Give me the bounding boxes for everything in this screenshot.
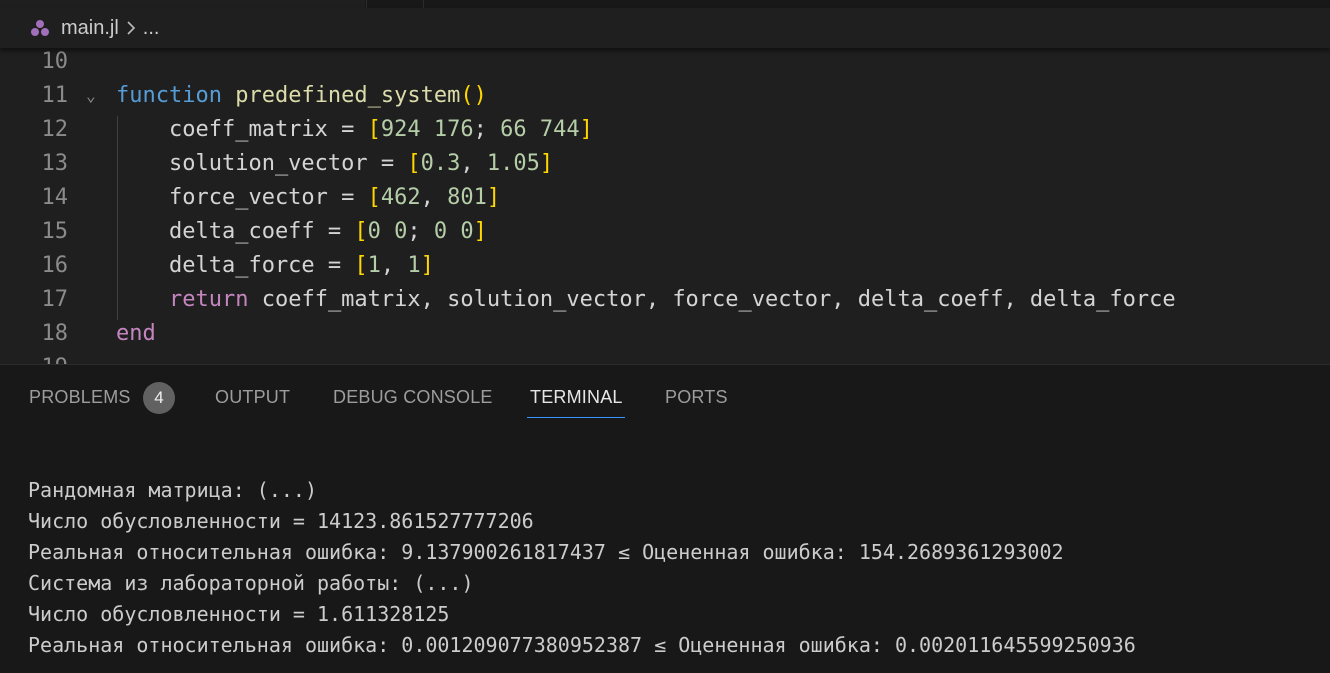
code-text: solution_vector = [0.3, 1.05] <box>116 147 553 181</box>
code-line[interactable]: 18 end <box>0 317 1330 351</box>
line-number: 11 <box>41 83 69 108</box>
active-tab-underline <box>527 417 625 418</box>
line-number: 13 <box>41 151 69 176</box>
editor-tab[interactable] <box>366 0 424 8</box>
code-token: ] <box>579 117 593 142</box>
terminal-line: Система из лабораторной работы: (...) <box>28 571 474 595</box>
code-token: end <box>116 321 156 346</box>
code-token: [ <box>407 151 421 176</box>
code-text: function predefined_system() <box>116 79 487 113</box>
code-token: coeff_matrix = <box>116 117 368 142</box>
panel-tabs: PROBLEMS 4 OUTPUT DEBUG CONSOLE TERMINAL… <box>0 365 1330 425</box>
line-number: 10 <box>41 49 69 74</box>
code-token: coeff_matrix, solution_vector, force_vec… <box>248 287 1176 312</box>
code-token: ] <box>539 151 554 176</box>
code-token: 1 <box>407 253 421 278</box>
breadcrumb-symbols[interactable]: ... <box>143 17 160 40</box>
line-number: 16 <box>41 253 69 278</box>
code-token: ] <box>486 185 501 210</box>
code-line[interactable]: 19 <box>0 351 1330 364</box>
code-token: , <box>380 253 408 278</box>
code-token: delta_coeff = <box>116 219 355 244</box>
tab-terminal[interactable]: TERMINAL <box>530 387 623 408</box>
code-text: force_vector = [462, 801] <box>116 181 500 215</box>
line-number: 14 <box>41 185 69 210</box>
code-token: , <box>460 151 487 176</box>
code-token: [ <box>354 219 368 244</box>
code-token: [ <box>354 253 368 278</box>
terminal-line: Реальная относительная ошибка: 9.1379002… <box>28 540 1064 564</box>
terminal-line: Число обусловленности = 14123.8615277772… <box>28 509 534 533</box>
code-text: delta_coeff = [0 0; 0 0] <box>116 215 487 249</box>
code-token: 1 <box>367 253 381 278</box>
terminal-line: Реальная относительная ошибка: 0.0012090… <box>28 633 1136 657</box>
code-token: 924 176 <box>380 117 474 142</box>
code-line[interactable]: 13 solution_vector = [0.3, 1.05] <box>0 147 1330 181</box>
code-text: end <box>116 317 156 351</box>
code-token: function <box>116 83 222 108</box>
terminal-line: Число обусловленности = 1.611328125 <box>28 602 450 626</box>
chevron-right-icon <box>125 20 137 36</box>
terminal-output[interactable]: Рандомная матрица: (...) Число обусловле… <box>28 475 1318 661</box>
problems-count-badge: 4 <box>143 382 175 414</box>
code-token: ; <box>407 219 434 244</box>
code-token: , <box>420 185 448 210</box>
code-token: 1.05 <box>486 151 540 176</box>
code-token: predefined_system <box>235 83 461 108</box>
line-number: 17 <box>41 287 69 312</box>
code-text: return coeff_matrix, solution_vector, fo… <box>116 283 1176 317</box>
editor-tab[interactable] <box>0 0 365 8</box>
chevron-down-icon[interactable]: ⌄ <box>86 79 104 113</box>
tab-debug-console[interactable]: DEBUG CONSOLE <box>333 387 493 408</box>
code-line[interactable]: 17 return coeff_matrix, solution_vector,… <box>0 283 1330 317</box>
code-token: 0.3 <box>420 151 461 176</box>
code-text: coeff_matrix = [924 176; 66 744] <box>116 113 593 147</box>
code-line[interactable]: 15 delta_coeff = [0 0; 0 0] <box>0 215 1330 249</box>
code-token: force_vector = <box>116 185 368 210</box>
code-token: ; <box>473 117 501 142</box>
line-number: 15 <box>41 219 69 244</box>
vscode-window: main.jl ... 10 11 ⌄ function predefined_sys… <box>0 0 1330 673</box>
bottom-panel: PROBLEMS 4 OUTPUT DEBUG CONSOLE TERMINAL… <box>0 364 1330 673</box>
code-token: 462 <box>380 185 421 210</box>
code-token: () <box>460 83 487 108</box>
tab-strip <box>0 0 1330 8</box>
code-token: [ <box>367 117 381 142</box>
code-token: ] <box>420 253 434 278</box>
code-line[interactable]: 10 <box>0 48 1330 79</box>
code-line[interactable]: 12 coeff_matrix = [924 176; 66 744] <box>0 113 1330 147</box>
tab-ports[interactable]: PORTS <box>665 387 728 408</box>
breadcrumb-file[interactable]: main.jl <box>61 17 119 40</box>
julia-dots-icon <box>29 18 51 38</box>
code-token: ] <box>473 219 487 244</box>
code-text: delta_force = [1, 1] <box>116 249 434 283</box>
code-token: return <box>168 287 249 312</box>
tab-output[interactable]: OUTPUT <box>215 387 290 408</box>
code-token: solution_vector = <box>116 151 408 176</box>
code-line[interactable]: 16 delta_force = [1, 1] <box>0 249 1330 283</box>
code-editor[interactable]: 10 11 ⌄ function predefined_system() 12 coef… <box>0 48 1330 364</box>
code-token: 801 <box>447 185 487 210</box>
breadcrumb: main.jl ... <box>0 8 1330 48</box>
line-number: 18 <box>41 321 69 346</box>
line-number: 19 <box>0 351 69 364</box>
code-token: 66 744 <box>500 117 580 142</box>
code-line[interactable]: 11 ⌄ function predefined_system() <box>0 79 1330 113</box>
terminal-line: Рандомная матрица: (...) <box>28 478 317 502</box>
tab-problems[interactable]: PROBLEMS <box>29 387 131 408</box>
line-number: 12 <box>41 117 69 142</box>
code-token: 0 0 <box>367 219 408 244</box>
code-line[interactable]: 14 force_vector = [462, 801] <box>0 181 1330 215</box>
code-token: 0 0 <box>433 219 474 244</box>
code-token: [ <box>367 185 381 210</box>
code-token: delta_force = <box>116 253 355 278</box>
